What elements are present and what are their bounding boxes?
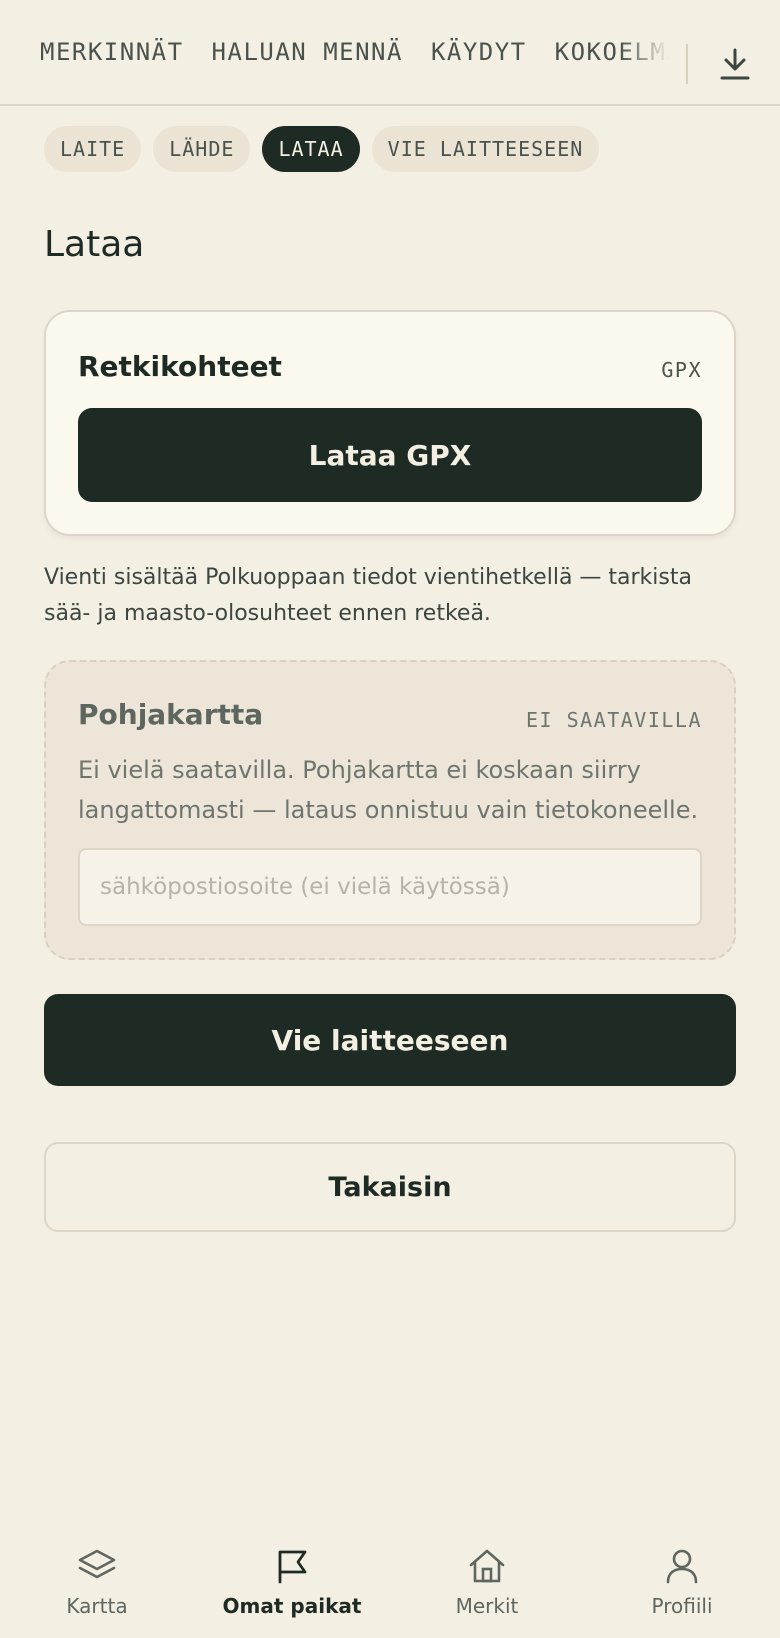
tab-haluan-menna[interactable]: HALUAN MENNÄ — [212, 38, 403, 66]
layers-icon — [78, 1549, 116, 1579]
tab-merkinnat[interactable]: MERKINNÄT — [40, 38, 184, 66]
nav-label: Kartta — [66, 1594, 128, 1618]
basemap-card-title: Pohjakartta — [78, 698, 264, 731]
bottom-nav: Kartta Omat paikat Merkit Profiili — [0, 1530, 780, 1638]
step-chip-lataa[interactable]: LATAA — [262, 126, 360, 172]
basemap-description: Ei vielä saatavilla. Pohjakartta ei kosk… — [78, 756, 699, 824]
nav-item-omat-paikat[interactable]: Omat paikat — [212, 1530, 372, 1630]
user-icon — [666, 1549, 698, 1584]
basemap-card: Pohjakartta EI SAATAVILLA Ei vielä saata… — [44, 660, 736, 960]
download-button[interactable] — [714, 42, 756, 86]
step-chip-laite[interactable]: LAITE — [44, 126, 142, 172]
top-tab-bar: MERKINNÄT HALUAN MENNÄ KÄYDYT KOKOELMAT — [0, 0, 780, 106]
tabs-divider — [686, 44, 688, 84]
step-chip-lahde[interactable]: LÄHDE — [153, 126, 251, 172]
email-input[interactable] — [78, 848, 702, 926]
nav-item-kartta[interactable]: Kartta — [17, 1530, 177, 1630]
download-gpx-button[interactable]: Lataa GPX — [78, 408, 702, 502]
format-badge: GPX — [661, 358, 702, 382]
download-icon — [720, 48, 750, 80]
export-to-device-button[interactable]: Vie laitteeseen — [44, 994, 736, 1086]
home-icon — [469, 1549, 505, 1583]
flag-icon — [278, 1550, 307, 1584]
nav-item-merkit[interactable]: Merkit — [407, 1530, 567, 1630]
tabs-fade-overlay — [620, 20, 686, 90]
nav-label: Merkit — [455, 1594, 519, 1618]
nav-label: Profiili — [651, 1594, 713, 1618]
export-note: Vienti sisältää Polkuoppaan tiedot vient… — [44, 565, 692, 626]
top-tabs-scroll[interactable]: MERKINNÄT HALUAN MENNÄ KÄYDYT KOKOELMAT — [40, 0, 685, 104]
tab-kaydyt[interactable]: KÄYDYT — [431, 38, 527, 66]
unavailable-badge: EI SAATAVILLA — [525, 708, 702, 732]
page-title: Lataa — [44, 224, 145, 265]
back-button[interactable]: Takaisin — [44, 1142, 736, 1232]
step-chips: LAITE LÄHDE LATAA VIE LAITTEESEEN — [44, 126, 600, 172]
step-chip-vie-laitteeseen[interactable]: VIE LAITTEESEEN — [371, 126, 600, 172]
nav-item-profiili[interactable]: Profiili — [602, 1530, 762, 1630]
waypoints-card: Retkikohteet GPX Lataa GPX — [44, 310, 736, 536]
nav-label: Omat paikat — [222, 1594, 362, 1618]
waypoints-card-title: Retkikohteet — [78, 350, 282, 383]
